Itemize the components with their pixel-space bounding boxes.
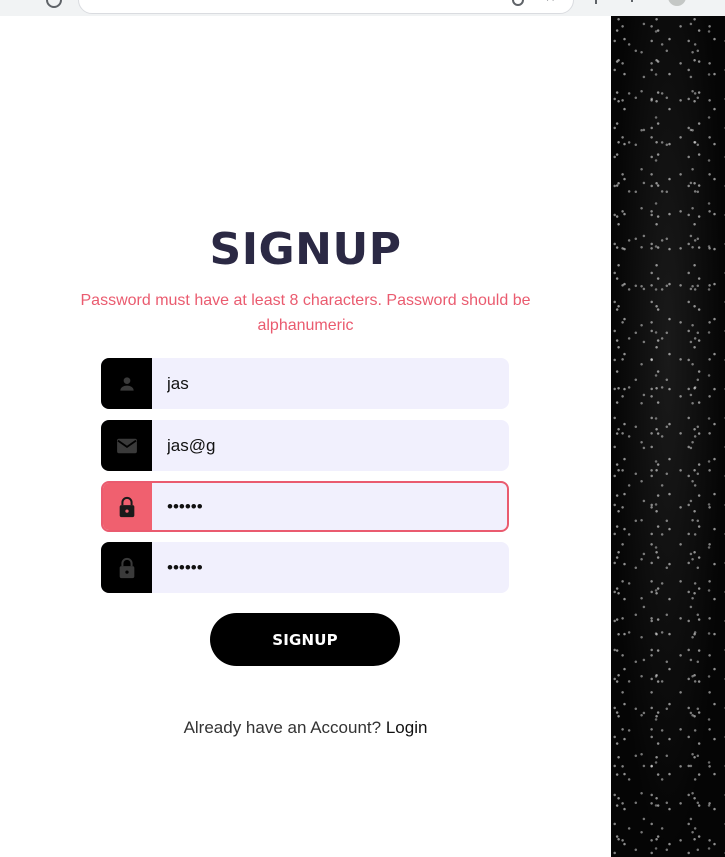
password-input[interactable]	[152, 483, 507, 530]
lock-icon	[119, 557, 134, 578]
password-icon-box	[103, 483, 152, 530]
password-error-message: Password must have at least 8 characters…	[80, 292, 531, 334]
profile-avatar[interactable]	[668, 0, 686, 6]
address-bar[interactable]	[78, 0, 574, 14]
login-link[interactable]: Login	[386, 718, 428, 737]
username-icon-box	[101, 358, 152, 409]
email-icon-box	[101, 420, 152, 471]
login-prompt: Already have an Account? Login	[0, 718, 611, 738]
extensions-icon[interactable]	[595, 0, 607, 4]
person-icon	[119, 376, 134, 391]
email-field	[101, 420, 509, 471]
confirm-password-input[interactable]	[152, 542, 509, 593]
email-icon	[116, 438, 137, 453]
bookmark-star-icon[interactable]: ☆	[544, 0, 557, 4]
username-input[interactable]	[152, 358, 509, 409]
confirm-password-icon-box	[101, 542, 152, 593]
signup-page: SIGNUP Password must have at least 8 cha…	[0, 16, 611, 857]
starfield-background-image	[611, 16, 725, 857]
confirm-password-field	[101, 542, 509, 593]
browser-chrome: ☆	[0, 0, 725, 16]
lock-icon	[119, 496, 134, 517]
reload-icon[interactable]	[46, 0, 62, 8]
signup-button[interactable]: SIGNUP	[210, 613, 400, 666]
login-prompt-text: Already have an Account?	[183, 718, 382, 737]
password-field	[101, 481, 509, 532]
username-field	[101, 358, 509, 409]
media-icon[interactable]	[631, 0, 641, 2]
email-input[interactable]	[152, 420, 509, 471]
page-title: SIGNUP	[209, 224, 402, 275]
